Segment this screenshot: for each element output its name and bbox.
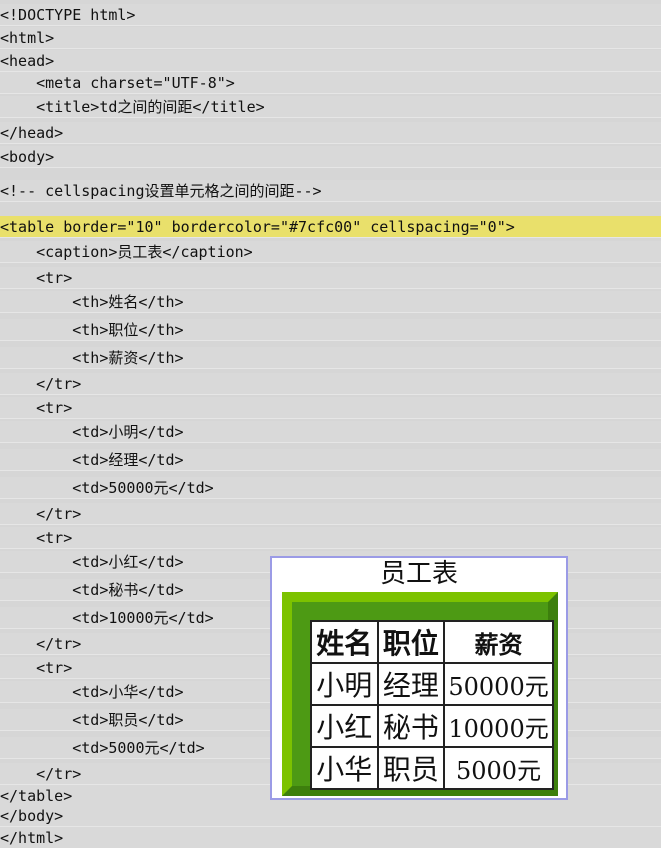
code-line-text: <body>	[0, 148, 55, 166]
code-line: <caption>员工表</caption>	[0, 241, 661, 263]
code-line-text: </tr>	[0, 505, 82, 523]
code-line: </head>	[0, 122, 661, 144]
table-row: 小明 经理 50000元	[310, 662, 554, 706]
code-line: <body>	[0, 146, 661, 168]
code-line-text: <td>10000元</td>	[0, 609, 214, 627]
code-line-text: <!DOCTYPE html>	[0, 6, 136, 24]
table-cell: 秘书	[376, 704, 446, 748]
code-line-text: <meta charset="UTF-8">	[0, 74, 235, 92]
code-line-text: </head>	[0, 124, 64, 142]
table-cells: 姓名 职位 薪资 小明 经理 50000元 小红 秘书 10000元 小华 职员	[310, 620, 554, 790]
code-line: </tr>	[0, 373, 661, 395]
code-line: </body>	[0, 805, 661, 827]
code-line: <th>职位</th>	[0, 319, 661, 341]
table-border-frame: 姓名 职位 薪资 小明 经理 50000元 小红 秘书 10000元 小华 职员	[282, 592, 558, 796]
table-caption: 员工表	[379, 559, 458, 589]
code-line-text: <tr>	[0, 399, 73, 417]
table-row: 小红 秘书 10000元	[310, 704, 554, 748]
table-cell: 5000元	[443, 746, 554, 790]
code-line: <td>小明</td>	[0, 421, 661, 443]
code-line: <th>薪资</th>	[0, 347, 661, 369]
code-line-text: <caption>员工表</caption>	[0, 243, 253, 261]
code-line-text: <td>小华</td>	[0, 683, 184, 701]
code-line: <head>	[0, 50, 661, 72]
code-line: </html>	[0, 827, 661, 848]
code-line-text: <table border="10" bordercolor="#7cfc00"…	[0, 218, 515, 236]
code-line: <!-- cellspacing设置单元格之间的间距-->	[0, 180, 661, 202]
code-line: <tr>	[0, 267, 661, 289]
code-line-text: <td>小红</td>	[0, 553, 184, 571]
code-line: <table border="10" bordercolor="#7cfc00"…	[0, 216, 661, 238]
code-line-text: </tr>	[0, 375, 82, 393]
code-line: </tr>	[0, 503, 661, 525]
code-line-text: </tr>	[0, 635, 82, 653]
table-cell: 经理	[376, 662, 446, 706]
code-line-text: <td>秘书</td>	[0, 581, 184, 599]
code-line-text: </table>	[0, 787, 73, 805]
code-line: <title>td之间的间距</title>	[0, 96, 661, 118]
code-line-text: <tr>	[0, 659, 73, 677]
code-line-text: <html>	[0, 29, 55, 47]
code-line-text: <head>	[0, 52, 55, 70]
table-header-row: 姓名 职位 薪资	[310, 620, 554, 664]
table-cell: 职员	[376, 746, 446, 790]
header-cell: 薪资	[443, 620, 554, 664]
code-line: <!DOCTYPE html>	[0, 4, 661, 26]
code-line-text: <th>职位</th>	[0, 321, 184, 339]
code-line-text: <th>薪资</th>	[0, 349, 184, 367]
code-line: <th>姓名</th>	[0, 291, 661, 313]
table-cell: 小明	[310, 662, 379, 706]
code-line-text: <tr>	[0, 269, 73, 287]
code-line: <td>50000元</td>	[0, 477, 661, 499]
header-cell: 职位	[376, 620, 446, 664]
code-line-text: <tr>	[0, 529, 73, 547]
code-line: <td>经理</td>	[0, 449, 661, 471]
code-line-text: <title>td之间的间距</title>	[0, 98, 265, 116]
code-line-text: </html>	[0, 829, 64, 847]
table-cell: 小红	[310, 704, 379, 748]
rendered-table-preview: 员工表 姓名 职位 薪资 小明 经理 50000元 小红 秘书 10000元 小…	[270, 556, 568, 800]
table-cell: 小华	[310, 746, 379, 790]
code-line-text: <th>姓名</th>	[0, 293, 184, 311]
code-line-text: </tr>	[0, 765, 82, 783]
employee-table: 姓名 职位 薪资 小明 经理 50000元 小红 秘书 10000元 小华 职员	[310, 620, 554, 790]
code-line: <tr>	[0, 397, 661, 419]
table-cell: 10000元	[443, 704, 554, 748]
code-line-text: <td>小明</td>	[0, 423, 184, 441]
code-line-text: <td>经理</td>	[0, 451, 184, 469]
header-cell: 姓名	[310, 620, 379, 664]
code-line-text: <!-- cellspacing设置单元格之间的间距-->	[0, 182, 322, 200]
table-cell: 50000元	[443, 662, 554, 706]
code-line-text: <td>5000元</td>	[0, 739, 205, 757]
code-line: <tr>	[0, 527, 661, 549]
code-line-text: </body>	[0, 807, 64, 825]
code-line-text: <td>50000元</td>	[0, 479, 214, 497]
code-line-text: <td>职员</td>	[0, 711, 184, 729]
code-line: <meta charset="UTF-8">	[0, 72, 661, 94]
table-row: 小华 职员 5000元	[310, 746, 554, 790]
code-line: <html>	[0, 27, 661, 49]
